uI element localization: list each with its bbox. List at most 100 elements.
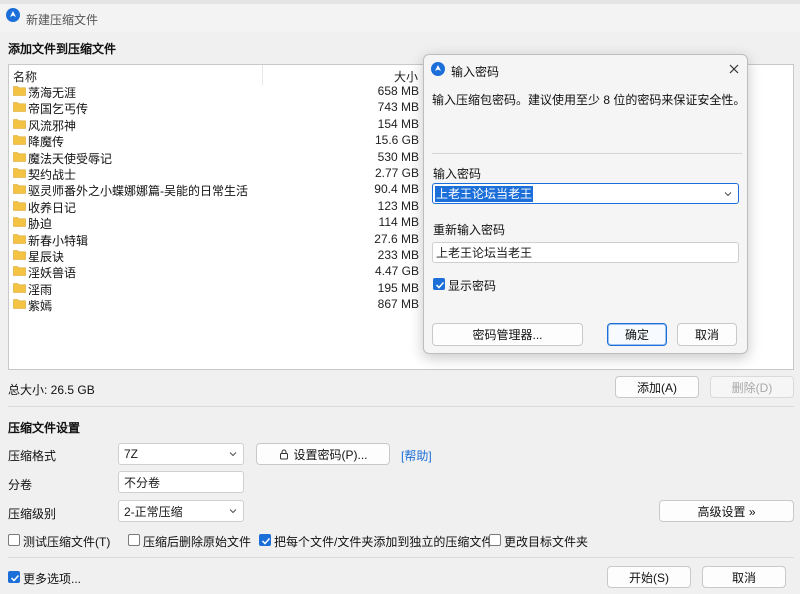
dialog-title: 输入密码 bbox=[451, 65, 500, 79]
file-size: 743 MB bbox=[377, 100, 419, 115]
set-password-label: 设置密码(P)... bbox=[293, 447, 368, 462]
file-size: 15.6 GB bbox=[374, 133, 419, 148]
chevron-down-icon bbox=[229, 509, 237, 514]
chevron-down-icon[interactable] bbox=[723, 189, 733, 199]
reenter-password-label: 重新输入密码 bbox=[433, 223, 506, 237]
file-name: 紫嫣 bbox=[28, 299, 53, 314]
dialog-divider bbox=[432, 153, 742, 154]
divider bbox=[8, 406, 794, 407]
list-item[interactable]: 胁迫 114 MB bbox=[9, 214, 429, 231]
set-password-button[interactable]: 设置密码(P)... bbox=[256, 443, 390, 465]
column-divider bbox=[262, 65, 263, 85]
file-size: 2.77 GB bbox=[374, 166, 419, 180]
app-logo-icon bbox=[431, 62, 445, 76]
level-value: 2-正常压缩 bbox=[124, 504, 183, 519]
list-item[interactable]: 新春小特辑 27.6 MB bbox=[9, 231, 429, 248]
file-size: 90.4 MB bbox=[374, 182, 419, 197]
advanced-settings-button[interactable]: 高级设置 » bbox=[659, 500, 794, 522]
folder-icon bbox=[13, 217, 26, 227]
format-value: 7Z bbox=[124, 447, 139, 461]
file-size: 27.6 MB bbox=[374, 231, 419, 246]
checkmark-icon bbox=[435, 281, 445, 289]
file-size: 867 MB bbox=[377, 297, 419, 312]
list-item[interactable]: 荡海无涯 658 MB bbox=[9, 83, 429, 100]
file-size: 123 MB bbox=[377, 198, 419, 213]
show-password-label: 显示密码 bbox=[448, 279, 497, 293]
folder-icon bbox=[13, 250, 26, 260]
more-options-checkbox[interactable] bbox=[8, 571, 20, 583]
delete-button[interactable]: 删除(D) bbox=[710, 376, 794, 398]
lock-icon bbox=[279, 449, 288, 459]
dialog-cancel-button[interactable]: 取消 bbox=[677, 323, 737, 346]
change-target-label: 更改目标文件夹 bbox=[504, 535, 589, 549]
folder-icon bbox=[13, 200, 26, 211]
reenter-password-value: 上老王论坛当老王 bbox=[436, 246, 533, 260]
file-size: 658 MB bbox=[377, 84, 419, 98]
file-size: 4.47 GB bbox=[374, 264, 419, 279]
format-select[interactable]: 7Z bbox=[118, 443, 244, 465]
ok-button[interactable]: 确定 bbox=[607, 323, 667, 346]
app-logo-icon bbox=[6, 8, 20, 22]
add-files-title: 添加文件到压缩文件 bbox=[8, 42, 117, 56]
folder-icon bbox=[13, 151, 26, 162]
help-link[interactable]: [帮助] bbox=[401, 447, 432, 464]
folder-icon bbox=[13, 233, 26, 244]
folder-icon bbox=[13, 86, 26, 96]
test-archive-checkbox[interactable] bbox=[8, 534, 20, 546]
separate-archives-label: 把每个文件/文件夹添加到独立的压缩文件 bbox=[274, 535, 494, 549]
list-item[interactable]: 驱灵师番外之小蝶娜娜篇-吴能的日常生活 90.4 MB bbox=[9, 181, 429, 198]
list-item[interactable]: 风流邪神 154 MB bbox=[9, 116, 429, 133]
level-label: 压缩级别 bbox=[8, 507, 57, 521]
checkmark-icon bbox=[261, 537, 271, 545]
folder-icon bbox=[13, 102, 26, 113]
list-item[interactable]: 收养日记 123 MB bbox=[9, 198, 429, 215]
file-size: 114 MB bbox=[378, 215, 419, 230]
password-value: 上老王论坛当老王 bbox=[435, 186, 534, 202]
password-manager-button[interactable]: 密码管理器... bbox=[432, 323, 583, 346]
checkmark-icon bbox=[10, 574, 20, 582]
start-button[interactable]: 开始(S) bbox=[607, 566, 691, 588]
delete-original-label: 压缩后删除原始文件 bbox=[143, 535, 252, 549]
folder-icon bbox=[13, 266, 26, 277]
list-item[interactable]: 帝国乞丐传 743 MB bbox=[9, 99, 429, 116]
volume-label: 分卷 bbox=[8, 478, 33, 492]
window-title: 新建压缩文件 bbox=[26, 13, 99, 27]
folder-icon bbox=[13, 118, 26, 129]
list-item[interactable]: 紫嫣 867 MB bbox=[9, 296, 429, 314]
dialog-info-text: 输入压缩包密码。建议使用至少 8 位的密码来保证安全性。 bbox=[432, 93, 746, 107]
password-dialog: 输入密码 输入压缩包密码。建议使用至少 8 位的密码来保证安全性。 输入密码 上… bbox=[423, 54, 748, 354]
format-label: 压缩格式 bbox=[8, 449, 57, 463]
level-select[interactable]: 2-正常压缩 bbox=[118, 500, 244, 522]
change-target-checkbox[interactable] bbox=[489, 534, 501, 546]
close-icon[interactable] bbox=[726, 61, 742, 77]
cancel-button[interactable]: 取消 bbox=[702, 566, 786, 588]
list-item[interactable]: 淫雨 195 MB bbox=[9, 280, 429, 297]
list-item[interactable]: 降魔传 15.6 GB bbox=[9, 132, 429, 149]
delete-original-checkbox[interactable] bbox=[128, 534, 140, 546]
list-item[interactable]: 魔法天使受辱记 530 MB bbox=[9, 149, 429, 166]
folder-icon bbox=[13, 135, 26, 145]
chevron-down-icon bbox=[229, 452, 237, 457]
folder-icon bbox=[13, 168, 26, 178]
list-item[interactable]: 星辰诀 233 MB bbox=[9, 247, 429, 264]
add-button[interactable]: 添加(A) bbox=[615, 376, 699, 398]
list-item[interactable]: 淫妖兽语 4.47 GB bbox=[9, 263, 429, 280]
separate-archives-checkbox[interactable] bbox=[259, 534, 271, 546]
more-options-label: 更多选项... bbox=[23, 572, 82, 586]
volume-value: 不分卷 bbox=[124, 475, 161, 490]
settings-title: 压缩文件设置 bbox=[8, 421, 81, 435]
divider bbox=[8, 557, 794, 558]
reenter-password-field[interactable]: 上老王论坛当老王 bbox=[432, 242, 739, 263]
list-item[interactable]: 契约战士 2.77 GB bbox=[9, 165, 429, 182]
title-bar bbox=[0, 4, 800, 32]
folder-icon bbox=[13, 299, 26, 309]
password-label: 输入密码 bbox=[433, 167, 482, 181]
volume-select[interactable]: 不分卷 bbox=[118, 471, 244, 493]
show-password-checkbox[interactable] bbox=[433, 278, 445, 290]
password-combobox[interactable]: 上老王论坛当老王 bbox=[432, 183, 739, 204]
folder-icon bbox=[13, 282, 26, 293]
file-size: 154 MB bbox=[377, 116, 419, 131]
file-size: 233 MB bbox=[377, 248, 419, 262]
total-size: 总大小: 26.5 GB bbox=[8, 383, 95, 397]
file-size: 530 MB bbox=[377, 149, 419, 164]
